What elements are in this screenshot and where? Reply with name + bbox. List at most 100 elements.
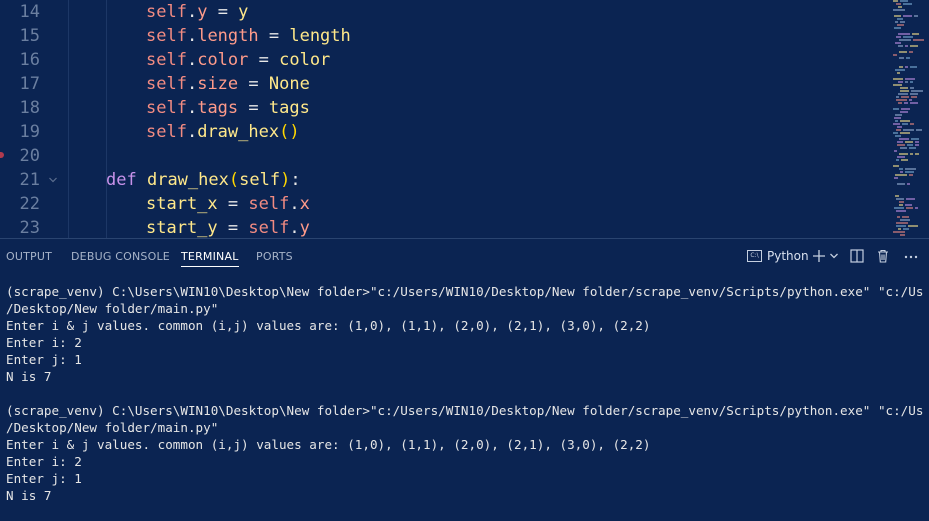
kill-terminal-button[interactable] bbox=[876, 247, 890, 267]
split-terminal-button[interactable] bbox=[850, 247, 864, 267]
code-line[interactable]: 14 self.y = y bbox=[0, 0, 890, 24]
minimap-line bbox=[905, 78, 915, 80]
terminal-output[interactable]: (scrape_venv) C:\Users\WIN10\Desktop\New… bbox=[6, 283, 924, 504]
minimap-line bbox=[900, 0, 908, 2]
code-token: : bbox=[290, 170, 301, 190]
minimap-line bbox=[894, 15, 901, 17]
minimap-line bbox=[895, 42, 901, 44]
minimap-line bbox=[895, 69, 905, 71]
code-token: None bbox=[268, 74, 310, 94]
minimap-line bbox=[897, 24, 904, 26]
minimap-line bbox=[909, 147, 916, 149]
code-line[interactable]: 18 self.tags = tags bbox=[0, 96, 890, 120]
minimap-line bbox=[896, 129, 901, 131]
line-number: 19 bbox=[19, 122, 40, 142]
code-line[interactable]: 19 self.draw_hex() bbox=[0, 120, 890, 144]
minimap-line bbox=[906, 57, 910, 59]
line-number: 14 bbox=[19, 2, 40, 22]
code-token: . bbox=[186, 2, 198, 22]
terminal-line: Enter i & j values. common (i,j) values … bbox=[6, 318, 651, 333]
minimap-line bbox=[902, 123, 908, 125]
minimap-line bbox=[905, 171, 914, 173]
tab-terminal[interactable]: TERMINAL bbox=[181, 239, 239, 275]
terminal-profile-button[interactable]: C:\ Python bbox=[747, 247, 809, 267]
minimap-line bbox=[916, 129, 922, 131]
fold-chevron-icon[interactable] bbox=[48, 168, 60, 192]
code-line[interactable]: 15 self.length = length bbox=[0, 24, 890, 48]
code-line[interactable]: 22 start_x = self.x bbox=[0, 192, 890, 216]
tab-output[interactable]: OUTPUT bbox=[6, 239, 52, 275]
minimap-line bbox=[897, 144, 905, 146]
code-token: tags bbox=[268, 98, 310, 118]
minimap-line bbox=[897, 72, 900, 74]
minimap-line bbox=[896, 99, 907, 101]
minimap-line bbox=[897, 156, 905, 158]
minimap-line bbox=[900, 234, 905, 236]
code-text: self.draw_hex() bbox=[146, 120, 300, 144]
minimap-line bbox=[900, 132, 910, 134]
terminal-dropdown-button[interactable] bbox=[829, 247, 839, 267]
code-token: def bbox=[106, 170, 137, 190]
terminal-line: Enter j: 1 bbox=[6, 352, 82, 367]
minimap-line bbox=[910, 45, 918, 47]
minimap-line bbox=[907, 144, 913, 146]
minimap-line bbox=[914, 15, 918, 17]
minimap-line bbox=[895, 174, 907, 176]
minimap-line bbox=[908, 225, 918, 227]
code-text: start_x = self.x bbox=[146, 192, 310, 216]
minimap-line bbox=[900, 111, 908, 113]
minimap-line bbox=[897, 216, 900, 218]
more-actions-button[interactable] bbox=[903, 247, 919, 267]
minimap-line bbox=[893, 231, 905, 233]
terminal-line: /Desktop/New folder/main.py" bbox=[6, 301, 219, 316]
code-token: size bbox=[197, 74, 239, 94]
minimap-line bbox=[904, 102, 908, 104]
code-token: self bbox=[146, 50, 187, 70]
terminal-line: (scrape_venv) C:\Users\WIN10\Desktop\New… bbox=[6, 403, 924, 418]
code-line[interactable]: 16 self.color = color bbox=[0, 48, 890, 72]
minimap-line bbox=[905, 45, 908, 47]
code-editor[interactable]: 14 self.y = y 15 self.length = length 16 self… bbox=[0, 0, 929, 238]
code-text: self.color = color bbox=[146, 48, 330, 72]
minimap-line bbox=[897, 126, 902, 128]
code-text: start_y = self.y bbox=[146, 216, 310, 238]
minimap-line bbox=[893, 54, 897, 56]
code-token: = bbox=[217, 218, 249, 238]
minimap-line bbox=[911, 96, 917, 98]
minimap-line bbox=[899, 201, 904, 203]
minimap-line bbox=[894, 207, 904, 209]
minimap-line bbox=[898, 33, 910, 35]
minimap[interactable] bbox=[893, 0, 925, 238]
minimap-line bbox=[896, 36, 901, 38]
minimap-line bbox=[901, 159, 908, 161]
panel-actions: C:\ Python bbox=[739, 239, 929, 275]
code-token: self bbox=[146, 122, 187, 142]
chevron-down-icon bbox=[830, 253, 838, 259]
code-token: start_x bbox=[146, 194, 218, 214]
tab-debug-console[interactable]: DEBUG CONSOLE bbox=[71, 239, 170, 275]
minimap-line bbox=[899, 51, 907, 53]
minimap-line bbox=[905, 168, 916, 170]
code-line[interactable]: 17 self.size = None bbox=[0, 72, 890, 96]
minimap-line bbox=[899, 39, 911, 41]
minimap-line bbox=[907, 183, 910, 185]
minimap-line bbox=[911, 90, 923, 92]
code-token: . bbox=[186, 98, 198, 118]
code-line[interactable]: 21 def draw_hex(self): bbox=[0, 168, 890, 192]
minimap-line bbox=[905, 204, 912, 206]
tab-ports[interactable]: PORTS bbox=[256, 239, 293, 275]
code-line[interactable]: 20 bbox=[0, 144, 890, 168]
minimap-line bbox=[899, 168, 903, 170]
new-terminal-button[interactable] bbox=[812, 247, 826, 267]
minimap-line bbox=[899, 153, 908, 155]
code-token: length bbox=[289, 26, 351, 46]
minimap-line bbox=[905, 81, 908, 83]
code-line[interactable]: 23 start_y = self.y bbox=[0, 216, 890, 238]
minimap-line bbox=[893, 165, 899, 167]
minimap-line bbox=[905, 66, 908, 68]
code-token: self bbox=[248, 218, 290, 238]
minimap-line bbox=[899, 57, 904, 59]
code-token: self bbox=[146, 2, 187, 22]
split-terminal-icon bbox=[850, 249, 864, 263]
code-token: = bbox=[238, 74, 269, 94]
